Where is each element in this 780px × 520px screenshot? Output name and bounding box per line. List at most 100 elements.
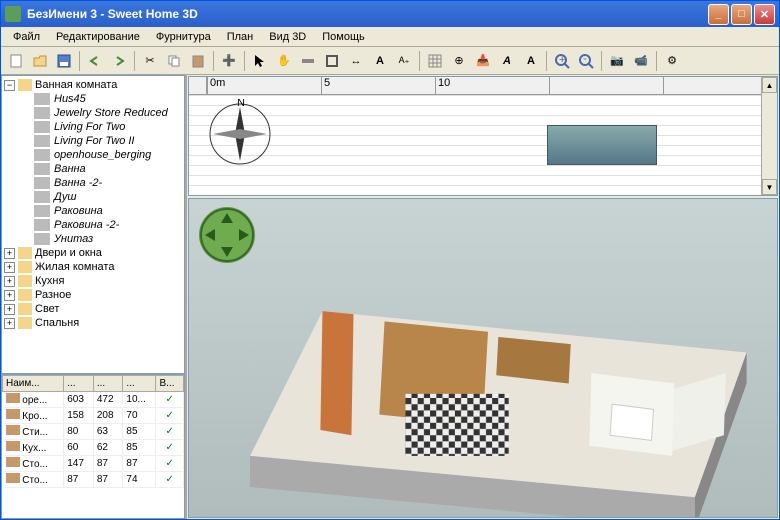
table-row[interactable]: Сто...878774✓ (3, 472, 184, 488)
checkbox-icon[interactable]: ✓ (156, 472, 184, 488)
cut-icon[interactable]: ✂ (139, 50, 161, 72)
zoom-in-icon[interactable]: + (551, 50, 573, 72)
tree-item-label: openhouse_berging (54, 149, 151, 161)
checkbox-icon[interactable]: ✓ (156, 456, 184, 472)
menu-furniture[interactable]: Фурнитура (148, 29, 219, 45)
collapse-icon[interactable]: − (4, 80, 15, 91)
tree-category[interactable]: +Двери и окна (4, 246, 182, 260)
scroll-down-icon[interactable]: ▼ (762, 179, 777, 195)
checkbox-icon[interactable]: ✓ (156, 392, 184, 408)
checkbox-icon[interactable]: ✓ (156, 424, 184, 440)
tree-category[interactable]: +Спальня (4, 316, 182, 330)
copy-icon[interactable] (163, 50, 185, 72)
redo-icon[interactable] (108, 50, 130, 72)
text-label-icon[interactable]: A₊ (393, 50, 415, 72)
tree-item[interactable]: Раковина -2- (20, 218, 182, 232)
expand-icon[interactable]: + (4, 318, 15, 329)
furniture-icon (34, 163, 50, 175)
select-tool-icon[interactable] (249, 50, 271, 72)
tree-item[interactable]: Jewelry Store Reduced (20, 106, 182, 120)
folder-icon (18, 317, 32, 329)
scroll-up-icon[interactable]: ▲ (762, 77, 777, 93)
preferences-icon[interactable]: ⚙ (661, 50, 683, 72)
titlebar[interactable]: БезИмени 3 - Sweet Home 3D _ □ ✕ (1, 1, 779, 27)
tree-item[interactable]: openhouse_berging (20, 148, 182, 162)
column-header[interactable]: ... (93, 376, 123, 392)
room-tool-icon[interactable] (321, 50, 343, 72)
wall-tool-icon[interactable] (297, 50, 319, 72)
column-header[interactable]: В... (156, 376, 184, 392)
expand-icon[interactable]: + (4, 248, 15, 259)
table-row[interactable]: Кух...606285✓ (3, 440, 184, 456)
furniture-tree[interactable]: − Ванная комната Hus45Jewelry Store Redu… (1, 75, 185, 374)
menu-3dview[interactable]: Вид 3D (261, 29, 314, 45)
pan-tool-icon[interactable]: ✋ (273, 50, 295, 72)
furniture-table[interactable]: Наим............В... оpe...60347210...✓ … (1, 374, 185, 519)
table-row[interactable]: Сти...806385✓ (3, 424, 184, 440)
plan-2d-view[interactable]: 0m 5 10 N ▲ ▼ (188, 76, 778, 196)
tree-item[interactable]: Ванна -2- (20, 176, 182, 190)
video-icon[interactable]: 📹 (630, 50, 652, 72)
import-icon[interactable]: 📥 (472, 50, 494, 72)
paste-icon[interactable] (187, 50, 209, 72)
open-file-icon[interactable] (29, 50, 51, 72)
tree-category[interactable]: +Разное (4, 288, 182, 302)
table-row[interactable]: Кро...15820870✓ (3, 408, 184, 424)
tree-item-label: Jewelry Store Reduced (54, 107, 168, 119)
menu-help[interactable]: Помощь (314, 29, 373, 45)
row-icon (6, 473, 20, 483)
tree-item[interactable]: Living For Two II (20, 134, 182, 148)
new-file-icon[interactable] (5, 50, 27, 72)
zoom-out-icon[interactable]: - (575, 50, 597, 72)
menu-edit[interactable]: Редактирование (48, 29, 148, 45)
tree-item[interactable]: Раковина (20, 204, 182, 218)
row-icon (6, 441, 20, 451)
tree-item[interactable]: Душ (20, 190, 182, 204)
menu-file[interactable]: Файл (5, 29, 48, 45)
tree-item[interactable]: Living For Two (20, 120, 182, 134)
tree-item[interactable]: Унитаз (20, 232, 182, 246)
scrollbar-vertical[interactable]: ▲ ▼ (761, 77, 777, 195)
tree-category[interactable]: +Жилая комната (4, 260, 182, 274)
camera-icon[interactable]: 📷 (606, 50, 628, 72)
folder-icon (18, 79, 32, 91)
column-header[interactable]: ... (64, 376, 94, 392)
save-icon[interactable] (53, 50, 75, 72)
compass-icon[interactable]: N (205, 99, 275, 169)
table-row[interactable]: Сто...1478787✓ (3, 456, 184, 472)
folder-icon (18, 261, 32, 273)
checkbox-icon[interactable]: ✓ (156, 440, 184, 456)
compass-toggle-icon[interactable]: ⊕ (448, 50, 470, 72)
expand-icon[interactable]: + (4, 262, 15, 273)
dimension-tool-icon[interactable]: ↔ (345, 50, 367, 72)
close-button[interactable]: ✕ (754, 4, 775, 25)
expand-icon[interactable]: + (4, 276, 15, 287)
text-style-icon[interactable]: A (496, 50, 518, 72)
app-icon (5, 6, 21, 22)
checkbox-icon[interactable]: ✓ (156, 408, 184, 424)
add-furniture-icon[interactable]: ➕ (218, 50, 240, 72)
plan-canvas[interactable]: N (189, 95, 777, 195)
text-tool-icon[interactable]: A (369, 50, 391, 72)
undo-icon[interactable] (84, 50, 106, 72)
expand-icon[interactable]: + (4, 304, 15, 315)
text-style2-icon[interactable]: A (520, 50, 542, 72)
tree-category[interactable]: +Свет (4, 302, 182, 316)
row-icon (6, 457, 20, 467)
furniture-icon (34, 149, 50, 161)
column-header[interactable]: Наим... (3, 376, 64, 392)
view-3d[interactable] (188, 198, 778, 518)
tree-category-bathroom[interactable]: − Ванная комната (4, 78, 182, 92)
table-row[interactable]: оpe...60347210...✓ (3, 392, 184, 408)
tree-item-label: Living For Two II (54, 135, 135, 147)
tree-item[interactable]: Ванна (20, 162, 182, 176)
ruler-tick: 10 (435, 77, 549, 94)
tree-category[interactable]: +Кухня (4, 274, 182, 288)
expand-icon[interactable]: + (4, 290, 15, 301)
tree-item[interactable]: Hus45 (20, 92, 182, 106)
menu-plan[interactable]: План (219, 29, 262, 45)
minimize-button[interactable]: _ (708, 4, 729, 25)
column-header[interactable]: ... (123, 376, 156, 392)
maximize-button[interactable]: □ (731, 4, 752, 25)
grid-icon[interactable] (424, 50, 446, 72)
